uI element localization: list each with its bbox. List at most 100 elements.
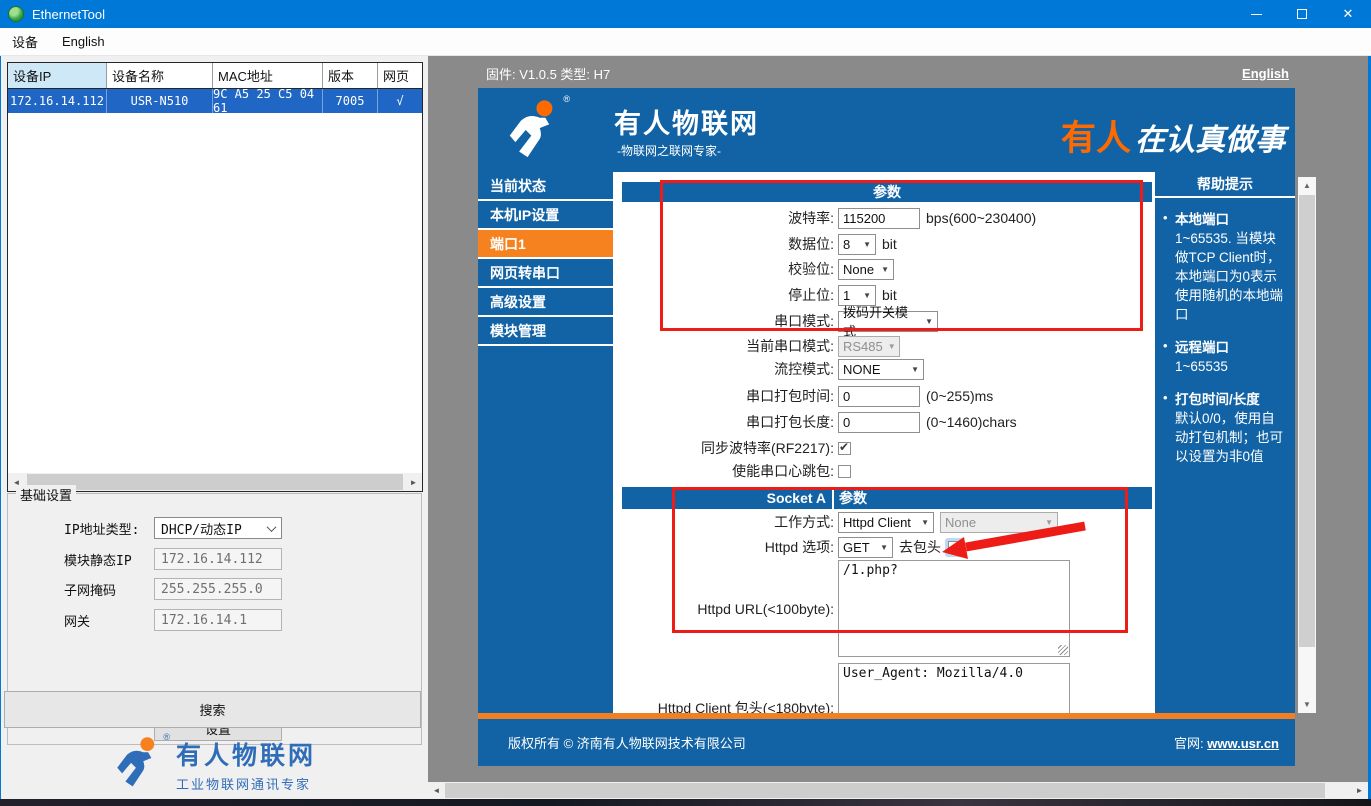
usr-person-icon: ® xyxy=(114,736,166,793)
ethernet-tool-window: EthernetTool ✕ 设备 English 设备IP 设备名称 MAC地… xyxy=(0,0,1371,806)
pack-len-input[interactable]: 0 xyxy=(838,412,920,433)
desktop-background-strip xyxy=(0,799,1371,806)
subnet-mask-row: 子网掩码 255.255.255.0 xyxy=(8,578,421,600)
scroll-down-icon[interactable]: ▼ xyxy=(1298,696,1316,713)
cell-device-ip: 172.16.14.112 xyxy=(8,89,107,113)
device-table-header: 设备IP 设备名称 MAC地址 版本 网页 xyxy=(8,63,422,89)
scroll-up-icon[interactable]: ▲ xyxy=(1298,177,1316,194)
flow-ctrl-select[interactable]: NONE ▼ xyxy=(838,359,924,380)
cell-mac: 9C A5 25 C5 04 61 xyxy=(213,89,323,113)
cell-webpage-check[interactable]: √ xyxy=(378,89,422,113)
sync-baud-row: 同步波特率(RF2217): xyxy=(622,440,1152,456)
gateway-label: 网关 xyxy=(64,611,90,630)
help-item-local-port: • 本地端口 1~65535. 当模块做TCP Client时，本地端口为0表示… xyxy=(1163,210,1287,324)
usr-logo: ® 有人物联网 工业物联网通讯专家 xyxy=(1,734,429,794)
ip-type-select[interactable]: DHCP/动态IP xyxy=(154,517,282,539)
current-mode-value: RS485 xyxy=(843,339,883,354)
annotation-rect-socket xyxy=(672,487,1128,633)
resize-grip-icon[interactable] xyxy=(1058,645,1068,655)
col-header-mac[interactable]: MAC地址 xyxy=(213,63,323,88)
help-panel: 帮助提示 • 本地端口 1~65535. 当模块做TCP Client时，本地端… xyxy=(1155,172,1295,713)
help-item-pack: • 打包时间/长度 默认0/0，使用自动打包机制；也可以设置为非0值 xyxy=(1163,390,1287,466)
heartbeat-row: 使能串口心跳包: xyxy=(622,463,1152,479)
bullet-icon: • xyxy=(1163,338,1175,376)
cell-device-name: USR-N510 xyxy=(107,89,213,113)
subnet-mask-field[interactable]: 255.255.255.0 xyxy=(154,578,282,600)
page-nav: 当前状态 本机IP设置 端口1 网页转串口 高级设置 模块管理 xyxy=(478,172,613,713)
current-mode-label: 当前串口模式: xyxy=(622,336,834,356)
static-ip-row: 模块静态IP 172.16.14.112 xyxy=(8,548,421,570)
slogan: 有人 在认真做事 xyxy=(1061,110,1285,161)
static-ip-field[interactable]: 172.16.14.112 xyxy=(154,548,282,570)
annotation-rect-params xyxy=(660,180,1143,331)
english-link[interactable]: English xyxy=(1242,66,1295,81)
nav-advanced[interactable]: 高级设置 xyxy=(478,288,613,317)
device-table: 设备IP 设备名称 MAC地址 版本 网页 172.16.14.112 USR-… xyxy=(7,62,423,492)
ip-type-row: IP地址类型: DHCP/动态IP xyxy=(8,517,421,539)
scroll-right-icon[interactable]: ► xyxy=(405,473,422,491)
scroll-left-icon[interactable]: ◄ xyxy=(428,782,445,799)
nav-web-to-serial[interactable]: 网页转串口 xyxy=(478,259,613,288)
hscroll-thumb[interactable] xyxy=(445,783,1325,798)
bullet-icon: • xyxy=(1163,390,1175,466)
page-hscrollbar[interactable]: ◄ ► xyxy=(428,782,1368,799)
app-icon xyxy=(8,6,24,22)
page-subtitle: -物联网之联网专家- xyxy=(617,142,721,159)
site-link[interactable]: www.usr.cn xyxy=(1207,736,1279,751)
bullet-icon: • xyxy=(1163,210,1175,324)
menu-english[interactable]: English xyxy=(50,28,117,55)
close-icon: ✕ xyxy=(1343,6,1354,22)
flow-ctrl-label: 流控模式: xyxy=(622,359,834,379)
logo-brand-text: 有人物联网 xyxy=(176,736,316,772)
col-header-device-ip[interactable]: 设备IP xyxy=(8,63,107,88)
table-row[interactable]: 172.16.14.112 USR-N510 9C A5 25 C5 04 61… xyxy=(8,89,422,113)
subnet-mask-label: 子网掩码 xyxy=(64,580,116,599)
httpd-header-textarea[interactable]: User_Agent: Mozilla/4.0 xyxy=(838,663,1070,713)
menu-device[interactable]: 设备 xyxy=(0,28,50,55)
slogan-white-part: 在认真做事 xyxy=(1135,115,1285,159)
col-header-version[interactable]: 版本 xyxy=(323,63,378,88)
help-title: 帮助提示 xyxy=(1155,172,1295,198)
static-ip-label: 模块静态IP xyxy=(64,550,132,569)
left-panel: 设备IP 设备名称 MAC地址 版本 网页 172.16.14.112 USR-… xyxy=(0,56,428,799)
flow-ctrl-value: NONE xyxy=(843,362,881,377)
hscroll-thumb[interactable] xyxy=(27,474,403,490)
pack-time-range: (0~255)ms xyxy=(926,388,993,404)
nav-local-ip[interactable]: 本机IP设置 xyxy=(478,201,613,230)
pack-time-input[interactable]: 0 xyxy=(838,386,920,407)
vscroll-thumb[interactable] xyxy=(1299,195,1315,647)
maximize-icon xyxy=(1297,9,1307,19)
minimize-button[interactable] xyxy=(1233,0,1279,28)
nav-module-mgmt[interactable]: 模块管理 xyxy=(478,317,613,346)
nav-port1[interactable]: 端口1 xyxy=(478,230,613,259)
logo-tagline: 工业物联网通讯专家 xyxy=(176,774,316,793)
pack-time-label: 串口打包时间: xyxy=(622,386,834,406)
device-list-empty-area xyxy=(8,113,422,473)
close-button[interactable]: ✕ xyxy=(1325,0,1371,28)
search-button[interactable]: 搜索 xyxy=(4,691,421,728)
help-item-title: 打包时间/长度 xyxy=(1175,390,1287,409)
firmware-info-bar: 固件: V1.0.5 类型: H7 English xyxy=(478,60,1295,86)
gateway-field[interactable]: 172.16.14.1 xyxy=(154,609,282,631)
registered-mark: ® xyxy=(163,732,170,742)
col-header-webpage[interactable]: 网页 xyxy=(378,63,422,88)
title-bar: EthernetTool ✕ xyxy=(0,0,1371,28)
page-vscrollbar[interactable]: ▲ ▼ xyxy=(1298,177,1316,713)
httpd-header-row: Httpd Client 包头(<180byte): User_Agent: M… xyxy=(622,663,1152,713)
current-mode-select: RS485▼ xyxy=(838,336,900,357)
col-header-device-name[interactable]: 设备名称 xyxy=(107,63,213,88)
cell-version: 7005 xyxy=(323,89,378,113)
flow-ctrl-row: 流控模式: NONE ▼ xyxy=(622,358,1152,380)
menu-bar: 设备 English xyxy=(0,28,1371,56)
help-item-body: 1~65535. 当模块做TCP Client时，本地端口为0表示使用随机的本地… xyxy=(1175,229,1287,324)
pack-len-label: 串口打包长度: xyxy=(622,412,834,432)
sync-baud-checkbox[interactable] xyxy=(838,442,851,455)
help-item-remote-port: • 远程端口 1~65535 xyxy=(1163,338,1287,376)
nav-current-status[interactable]: 当前状态 xyxy=(478,172,613,201)
scroll-right-icon[interactable]: ► xyxy=(1351,782,1368,799)
maximize-button[interactable] xyxy=(1279,0,1325,28)
minimize-icon xyxy=(1251,14,1262,15)
heartbeat-checkbox[interactable] xyxy=(838,465,851,478)
help-item-body: 1~65535 xyxy=(1175,357,1229,376)
dropdown-arrow-icon: ▼ xyxy=(906,365,919,374)
